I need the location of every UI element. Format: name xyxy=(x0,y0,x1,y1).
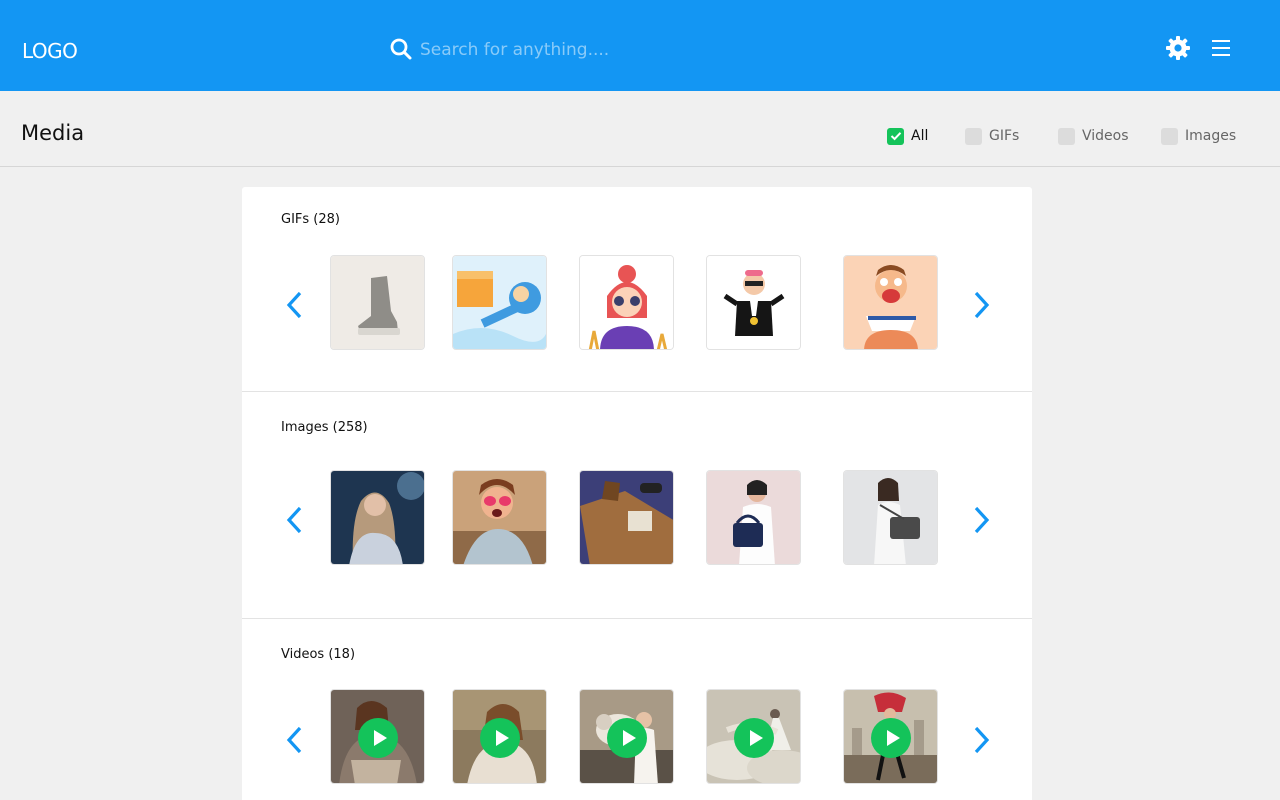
chevron-left-icon[interactable] xyxy=(284,290,306,320)
filter-all-label: All xyxy=(911,128,929,144)
checkbox-icon[interactable] xyxy=(965,127,982,145)
filter-gifs-label: GIFs xyxy=(989,128,1020,144)
video-thumbnail[interactable] xyxy=(330,689,425,784)
play-icon[interactable] xyxy=(607,718,647,758)
search-input[interactable] xyxy=(420,35,920,65)
gif-thumbnail[interactable] xyxy=(579,255,674,350)
gif-thumbnail[interactable] xyxy=(843,255,938,350)
videos-section: Videos (18) xyxy=(242,619,1032,800)
chevron-left-icon[interactable] xyxy=(284,505,306,535)
checkbox-icon[interactable] xyxy=(1161,127,1178,145)
play-icon[interactable] xyxy=(734,718,774,758)
hamburger-menu-icon[interactable] xyxy=(1210,38,1232,58)
checkbox-checked-icon[interactable] xyxy=(887,127,904,145)
gear-icon[interactable] xyxy=(1165,35,1191,61)
gif-thumbnail[interactable] xyxy=(330,255,425,350)
checkbox-icon[interactable] xyxy=(1058,127,1075,145)
video-thumbnail[interactable] xyxy=(843,689,938,784)
chevron-right-icon[interactable] xyxy=(970,725,992,755)
filter-videos[interactable]: Videos xyxy=(1058,127,1129,145)
page-title: Media xyxy=(21,121,85,145)
chevron-right-icon[interactable] xyxy=(970,505,992,535)
filter-images[interactable]: Images xyxy=(1161,127,1236,145)
media-card: GIFs (28) Images (258) Videos (18) xyxy=(242,187,1032,800)
chevron-right-icon[interactable] xyxy=(970,290,992,320)
section-title: GIFs (28) xyxy=(281,212,340,227)
play-icon[interactable] xyxy=(480,718,520,758)
section-title: Images (258) xyxy=(281,420,368,435)
images-section: Images (258) xyxy=(242,392,1032,619)
video-thumbnail[interactable] xyxy=(706,689,801,784)
section-title: Videos (18) xyxy=(281,647,356,662)
filter-videos-label: Videos xyxy=(1082,128,1129,144)
image-thumbnail[interactable] xyxy=(843,470,938,565)
image-thumbnail[interactable] xyxy=(706,470,801,565)
search-icon[interactable] xyxy=(389,37,413,61)
video-thumbnail[interactable] xyxy=(579,689,674,784)
filter-gifs[interactable]: GIFs xyxy=(965,127,1019,145)
image-thumbnail[interactable] xyxy=(579,470,674,565)
play-icon[interactable] xyxy=(871,718,911,758)
gif-thumbnail[interactable] xyxy=(706,255,801,350)
chevron-left-icon[interactable] xyxy=(284,725,306,755)
filter-images-label: Images xyxy=(1185,128,1237,144)
image-thumbnail[interactable] xyxy=(330,470,425,565)
gif-thumbnail[interactable] xyxy=(452,255,547,350)
logo[interactable]: LOGO xyxy=(22,39,78,63)
play-icon[interactable] xyxy=(358,718,398,758)
image-thumbnail[interactable] xyxy=(452,470,547,565)
video-thumbnail[interactable] xyxy=(452,689,547,784)
filter-all[interactable]: All xyxy=(887,127,928,145)
top-bar: LOGO xyxy=(0,0,1280,91)
page-header: Media All GIFs Videos Images xyxy=(0,91,1280,167)
gifs-section: GIFs (28) xyxy=(242,187,1032,392)
